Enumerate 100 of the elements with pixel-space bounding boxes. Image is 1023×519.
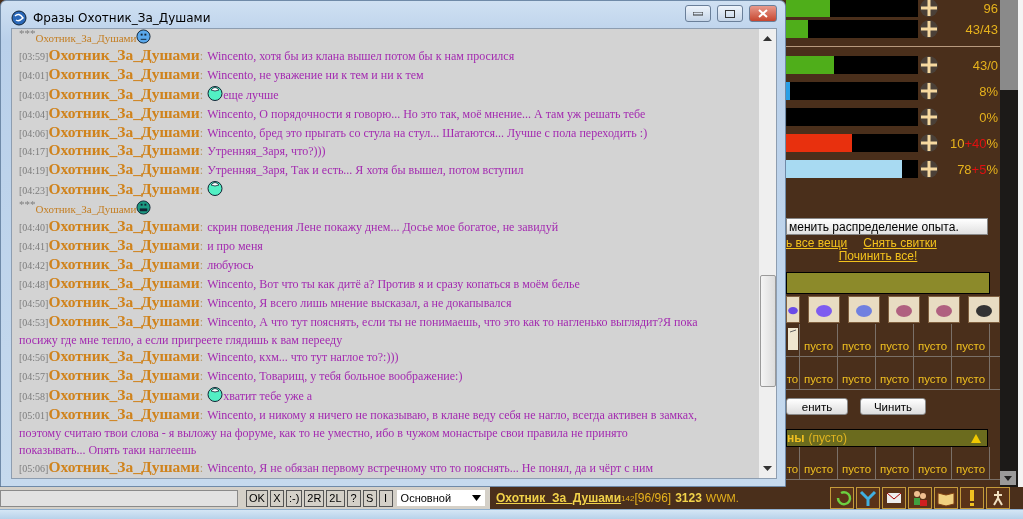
plus-icon[interactable] bbox=[919, 19, 939, 39]
message-author[interactable]: Охотник_За_Душами bbox=[48, 122, 200, 140]
separator: : bbox=[199, 350, 204, 365]
message-author[interactable]: Охотник_За_Душами bbox=[48, 103, 200, 121]
separator: : bbox=[199, 408, 204, 423]
message-author[interactable]: Охотник_За_Душами bbox=[48, 405, 200, 423]
message-author[interactable]: Охотник_За_Душами bbox=[48, 457, 200, 475]
slot-label: пусто bbox=[841, 340, 872, 352]
item-picture[interactable] bbox=[786, 296, 800, 323]
message-time: [04:17] bbox=[19, 146, 49, 158]
slot-label: пусто bbox=[917, 463, 948, 475]
message-author[interactable]: Охотник_За_Душами bbox=[48, 273, 200, 291]
repair-button[interactable]: енить bbox=[786, 398, 848, 415]
window-title: Фразы Охотник_За_Душами bbox=[33, 10, 212, 25]
message-time: [04:50] bbox=[19, 297, 49, 309]
slot-label: пусто bbox=[841, 373, 872, 385]
item-picture[interactable] bbox=[888, 296, 920, 323]
people-button[interactable] bbox=[908, 487, 932, 510]
message-author[interactable]: Охотник_За_Душами bbox=[48, 160, 200, 178]
chat-button[interactable]: X bbox=[269, 489, 284, 507]
scroll-thumb[interactable] bbox=[759, 275, 776, 387]
exclamation-icon bbox=[970, 490, 974, 507]
message-author[interactable]: Охотник_За_Душами bbox=[48, 366, 200, 384]
stat-value: 43/43 bbox=[964, 21, 999, 37]
slot-label: пусто bbox=[955, 373, 986, 385]
app-icon bbox=[11, 9, 27, 26]
player-name[interactable]: Охотник_За_Душами bbox=[496, 491, 622, 506]
chat-button[interactable]: 2L bbox=[326, 489, 345, 507]
slot-label: пусто bbox=[803, 373, 834, 385]
book-button[interactable] bbox=[934, 487, 958, 510]
minimize-button[interactable] bbox=[685, 5, 711, 22]
repair-button[interactable]: Чинить bbox=[860, 398, 926, 415]
slot-label: пусто bbox=[803, 340, 834, 352]
status-marker: *** bbox=[19, 198, 36, 211]
separator: : bbox=[199, 369, 204, 384]
chat-button[interactable]: :-) bbox=[285, 489, 303, 507]
plus-icon[interactable] bbox=[919, 133, 939, 153]
message-author[interactable]: Охотник_За_Душами bbox=[48, 347, 200, 365]
refresh-button[interactable] bbox=[830, 487, 854, 510]
slot-label: пусто bbox=[803, 463, 834, 475]
plus-icon[interactable] bbox=[919, 0, 939, 18]
separator: : bbox=[199, 257, 204, 272]
message-author[interactable]: Охотник_За_Душами bbox=[48, 292, 200, 310]
scroll-down-icon[interactable] bbox=[1000, 471, 1016, 485]
stat-value: 78+5% bbox=[956, 161, 999, 177]
item-picture[interactable] bbox=[848, 296, 880, 323]
item-picture[interactable] bbox=[808, 296, 840, 323]
repair-all-link[interactable]: Починить все! bbox=[838, 250, 918, 263]
fork-button[interactable] bbox=[856, 487, 880, 510]
message-time: [04:03] bbox=[19, 89, 49, 101]
slot-label: то bbox=[786, 373, 799, 385]
chat-button[interactable]: 2R bbox=[304, 489, 325, 507]
separator: : bbox=[199, 183, 204, 198]
status-marker: *** bbox=[19, 29, 36, 39]
chat-button[interactable]: OK bbox=[246, 489, 268, 507]
item-picture[interactable] bbox=[968, 296, 1000, 323]
collapse-icon[interactable] bbox=[971, 433, 981, 443]
message-author[interactable]: Охотник_За_Душами bbox=[48, 386, 200, 404]
action-link[interactable]: Снять свитки bbox=[863, 237, 937, 250]
item-picture[interactable] bbox=[928, 296, 960, 323]
page-scrollbar[interactable] bbox=[1000, 0, 1018, 487]
separator: : bbox=[199, 144, 204, 159]
message-text: Wincento, кхм... что тут наглое то?:))) bbox=[207, 350, 399, 365]
scroll-down-icon[interactable] bbox=[763, 466, 772, 472]
message-author[interactable]: Охотник_За_Душами bbox=[48, 254, 200, 272]
message-author[interactable]: Охотник_За_Душами bbox=[48, 180, 200, 198]
scrollbar[interactable] bbox=[759, 29, 776, 478]
section-header[interactable]: ны (пусто) bbox=[786, 429, 988, 447]
message-author[interactable]: Охотник_За_Душами bbox=[48, 84, 200, 102]
message-input[interactable] bbox=[0, 489, 238, 507]
message-author[interactable]: Охотник_За_Душами bbox=[48, 235, 200, 253]
close-button[interactable] bbox=[749, 5, 777, 22]
action-link[interactable]: ь все вещи bbox=[786, 237, 848, 250]
page-scroll-thumb[interactable] bbox=[1000, 0, 1018, 90]
message-text: Wincento, не уважение ни к тем и ни к тем bbox=[207, 67, 424, 82]
plus-icon[interactable] bbox=[919, 107, 939, 127]
message-author[interactable]: Охотник_За_Душами bbox=[48, 217, 200, 235]
message-author[interactable]: Охотник_За_Душами bbox=[48, 64, 200, 82]
message-text: Wincento, О порядочности я говорю... Но это так, моё мнение... А там уж решать тебе bbox=[207, 106, 646, 121]
separator: : bbox=[199, 238, 204, 253]
message-author[interactable]: Охотник_За_Душами bbox=[48, 141, 200, 159]
experience-button[interactable]: менить распределение опыта. bbox=[786, 218, 988, 235]
chat-button[interactable]: S bbox=[362, 489, 377, 507]
maximize-button[interactable] bbox=[717, 5, 743, 22]
figure-button[interactable] bbox=[986, 487, 1010, 510]
plus-icon[interactable] bbox=[919, 55, 939, 75]
chat-button[interactable]: I bbox=[378, 489, 393, 507]
message-text: и про меня bbox=[207, 238, 263, 253]
message-text: Wincento, Я всего лишь мнение высказал, а не докапывался bbox=[207, 295, 512, 310]
plus-icon[interactable] bbox=[919, 159, 939, 179]
message-author[interactable]: Охотник_За_Душами bbox=[48, 311, 200, 329]
chat-button[interactable]: ? bbox=[346, 489, 361, 507]
separator: : bbox=[199, 220, 204, 235]
scroll-up-icon[interactable] bbox=[763, 35, 772, 41]
exclamation-button[interactable] bbox=[960, 487, 984, 510]
plus-icon[interactable] bbox=[919, 81, 939, 101]
channel-select[interactable]: Основной bbox=[396, 490, 485, 507]
separator: : bbox=[199, 314, 204, 329]
message-author[interactable]: Охотник_За_Душами bbox=[48, 45, 200, 63]
envelope-button[interactable] bbox=[882, 487, 906, 510]
